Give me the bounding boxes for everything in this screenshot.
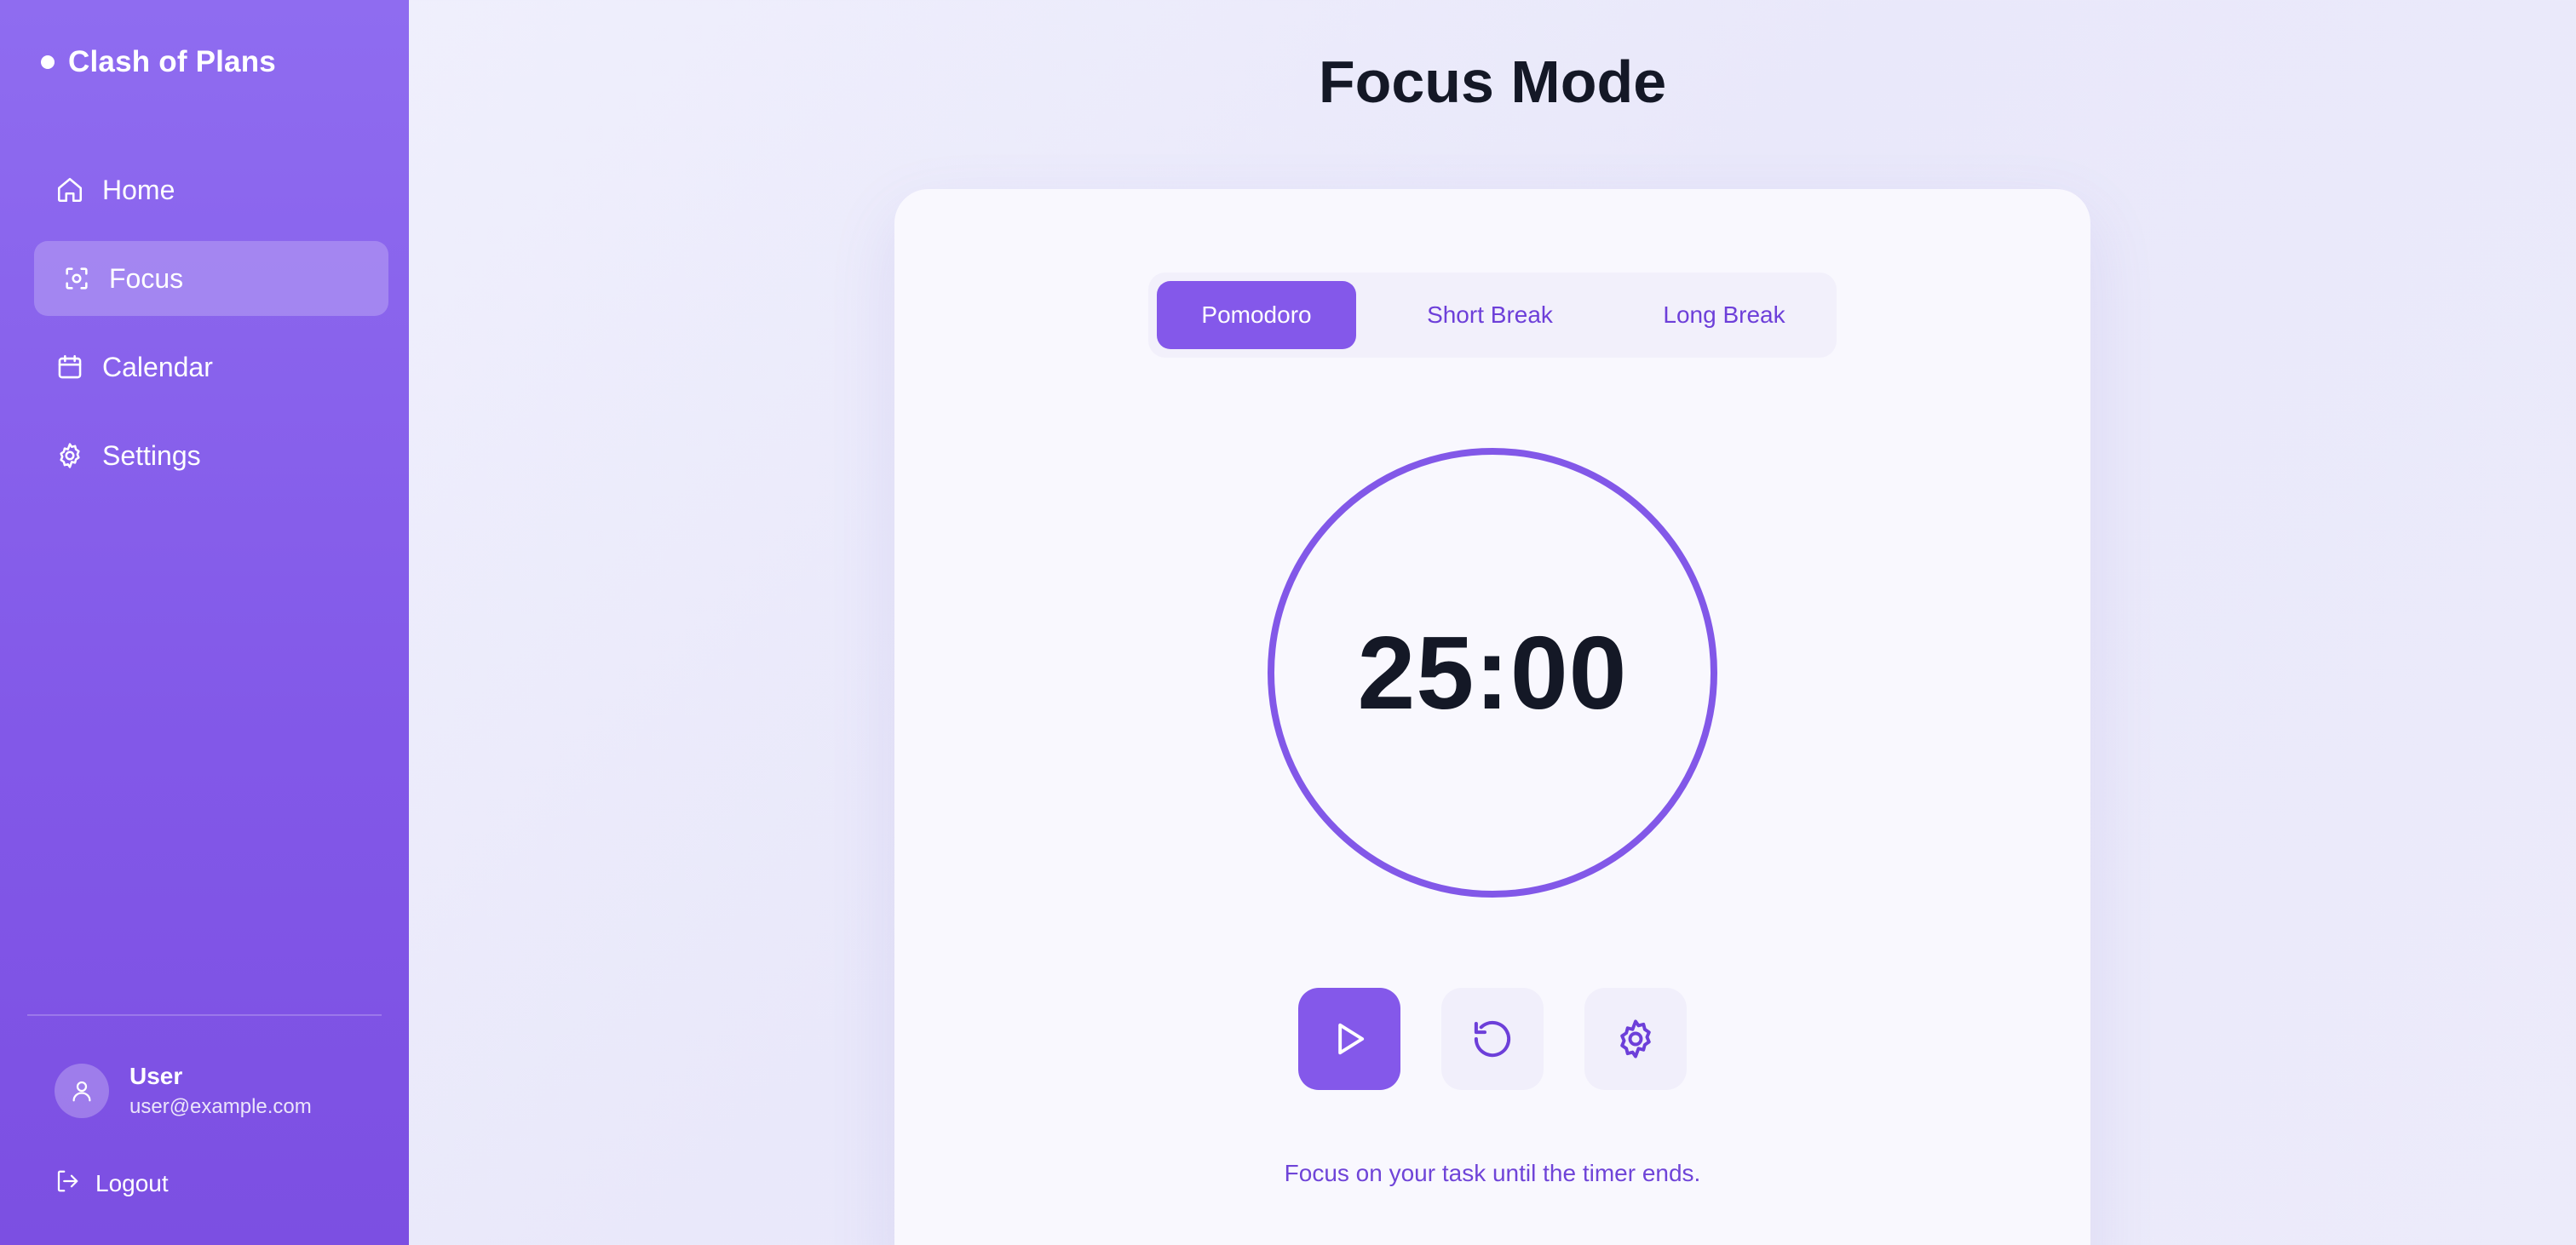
gear-icon: [1620, 1019, 1651, 1059]
gear-icon: [55, 440, 85, 471]
avatar: [55, 1064, 109, 1118]
calendar-icon: [55, 352, 85, 382]
timer-ring: 25:00: [1268, 448, 1717, 898]
user-email: user@example.com: [129, 1095, 312, 1118]
sidebar-item-focus[interactable]: Focus: [34, 241, 388, 316]
brand-dot-icon: [41, 55, 55, 69]
logout-button[interactable]: Logout: [55, 1168, 169, 1198]
sidebar-item-label: Settings: [102, 439, 201, 471]
user-info: User user@example.com: [129, 1063, 312, 1119]
tab-long-break[interactable]: Long Break: [1622, 281, 1826, 349]
tab-short-break[interactable]: Short Break: [1383, 281, 1596, 349]
app-name: Clash of Plans: [68, 45, 276, 78]
timer-card: Pomodoro Short Break Long Break 25:00 Fo…: [894, 189, 2090, 1245]
timer-settings-button[interactable]: [1584, 988, 1687, 1090]
sidebar-item-label: Home: [102, 174, 175, 205]
home-icon: [55, 175, 85, 205]
logout-icon: [55, 1168, 80, 1198]
play-button[interactable]: [1298, 988, 1400, 1090]
focus-icon: [61, 263, 92, 294]
reset-icon: [1474, 1020, 1511, 1058]
timer-display: 25:00: [1357, 615, 1628, 731]
timer-hint: Focus on your task until the timer ends.: [1284, 1160, 1701, 1186]
brand[interactable]: Clash of Plans: [41, 41, 276, 83]
sidebar-item-settings[interactable]: Settings: [34, 418, 388, 493]
user-name: User: [129, 1063, 183, 1089]
sidebar-item-calendar[interactable]: Calendar: [34, 330, 388, 404]
sidebar: Clash of Plans Home Focus Calendar Setti…: [0, 0, 409, 1245]
sidebar-divider: [27, 1014, 382, 1016]
user-profile[interactable]: User user@example.com: [55, 1063, 312, 1119]
sidebar-item-home[interactable]: Home: [34, 152, 388, 227]
user-icon: [72, 1081, 91, 1102]
reset-button[interactable]: [1441, 988, 1544, 1090]
tab-pomodoro[interactable]: Pomodoro: [1157, 281, 1356, 349]
sidebar-item-label: Calendar: [102, 351, 213, 382]
logout-label: Logout: [95, 1169, 169, 1196]
page-title: Focus Mode: [1318, 49, 1667, 115]
play-icon: [1338, 1023, 1365, 1055]
sidebar-item-label: Focus: [109, 262, 184, 294]
timer-mode-tabs: Pomodoro Short Break Long Break: [1148, 273, 1837, 358]
